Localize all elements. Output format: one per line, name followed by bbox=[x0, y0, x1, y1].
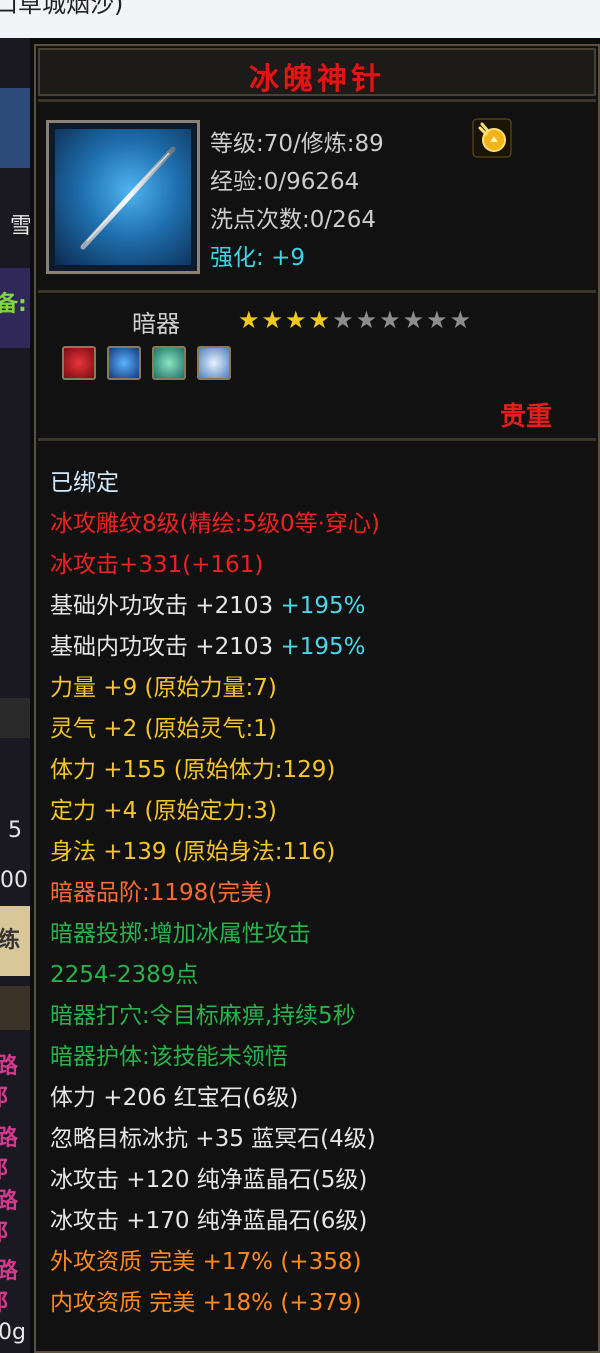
item-name: 冰魄神针 bbox=[249, 62, 385, 97]
browser-title-strip: 口草城烟沙) bbox=[0, 0, 600, 39]
needle-icon bbox=[55, 129, 191, 265]
side-label-prep: 备: bbox=[0, 292, 27, 317]
ext-attack-pct: +195% bbox=[280, 593, 366, 619]
aptitude-line: 内攻资质 完美 +18% (+379) bbox=[50, 1290, 362, 1316]
ext-attack-label: 基础外功攻击 +2103 bbox=[50, 593, 274, 619]
gem-stat-line: 冰攻击 +120 纯净蓝晶石(5级) bbox=[50, 1165, 380, 1206]
star-empty-icon: ★ bbox=[426, 306, 448, 334]
emerald-icon bbox=[152, 346, 187, 380]
side-num-00: 00 bbox=[0, 868, 28, 893]
side-label-lu: 路阝 bbox=[0, 1259, 19, 1316]
side-label-lian: 练 bbox=[0, 928, 21, 953]
gem-stat: 冰攻击 +120 bbox=[50, 1167, 190, 1193]
star-filled-icon: ★ bbox=[261, 306, 284, 334]
gem-stat: 冰攻击 +170 bbox=[50, 1208, 190, 1234]
item-type: 暗器 bbox=[132, 310, 180, 338]
grade-label: 暗器品阶: bbox=[50, 880, 150, 906]
star-empty-icon: ★ bbox=[379, 306, 401, 334]
browser-title-fragment: 口草城烟沙) bbox=[0, 0, 124, 18]
divider bbox=[38, 438, 596, 441]
gem-stat: 体力 +206 bbox=[50, 1085, 167, 1111]
carve-line: 冰攻雕纹8级(精绘:5级0等·穿心) bbox=[50, 511, 380, 537]
star-empty-icon: ★ bbox=[402, 306, 425, 334]
ext-attack-line: 基础外功攻击 +2103 +195% bbox=[50, 591, 380, 632]
enhance-label: 强化: bbox=[210, 245, 264, 271]
focus-line: 定力 +4 (原始定力:3) bbox=[50, 798, 277, 824]
gem-stat-line: 冰攻击 +170 纯净蓝晶石(6级) bbox=[50, 1206, 380, 1247]
item-enhance-line: 强化: +9 bbox=[210, 238, 305, 272]
stamina-line: 体力 +155 (原始体力:129) bbox=[50, 757, 336, 783]
diamond-icon bbox=[197, 346, 232, 380]
gem-stat: 忽略目标冰抗 +35 bbox=[50, 1126, 244, 1152]
divider bbox=[38, 290, 596, 293]
item-exp-line: 经验:0/96264 bbox=[210, 169, 360, 195]
side-num-5: 5 bbox=[8, 818, 22, 843]
star-filled-icon: ★ bbox=[285, 306, 307, 334]
gem-slots bbox=[62, 346, 237, 384]
aptitude-line: 外攻资质 完美 +17% (+358) bbox=[50, 1249, 362, 1275]
enhance-value: +9 bbox=[271, 245, 305, 271]
item-title-bar: 冰魄神针 bbox=[38, 48, 596, 97]
quality-medal-icon bbox=[472, 118, 512, 158]
ruby-icon bbox=[62, 346, 96, 380]
agility-line: 身法 +139 (原始身法:116) bbox=[50, 839, 336, 865]
divider bbox=[38, 99, 596, 102]
game-decor bbox=[0, 698, 30, 738]
star-empty-icon: ★ bbox=[332, 306, 354, 334]
item-level-line: 等级:70/修炼:89 bbox=[210, 131, 384, 157]
int-attack-pct: +195% bbox=[280, 634, 366, 660]
side-label-snow: 雪 bbox=[10, 214, 30, 239]
gem-name: 纯净蓝晶石(5级) bbox=[196, 1167, 368, 1193]
game-icon-tile bbox=[0, 88, 30, 168]
star-empty-icon: ★ bbox=[355, 306, 378, 334]
star-filled-icon: ★ bbox=[238, 306, 260, 334]
item-rarity: 贵重 bbox=[500, 402, 553, 432]
gem-name: 红宝石(6级) bbox=[173, 1085, 299, 1111]
side-label-lu: 路阝 bbox=[0, 1054, 19, 1111]
gem-stat-line: 体力 +206 红宝石(6级) bbox=[50, 1083, 380, 1124]
gem-stat-line: 忽略目标冰抗 +35 蓝冥石(4级) bbox=[50, 1124, 380, 1165]
item-wash-line: 洗点次数:0/264 bbox=[210, 207, 377, 233]
int-attack-label: 基础内功攻击 +2103 bbox=[50, 634, 274, 660]
grade-line: 暗器品阶:1198(完美) bbox=[50, 878, 380, 919]
side-label-lu: 路阝 bbox=[0, 1126, 19, 1183]
sapphire-icon bbox=[107, 346, 142, 380]
throw-line: 暗器投掷:增加冰属性攻击 bbox=[50, 921, 311, 947]
grade-value: 1198 bbox=[149, 880, 209, 906]
star-rating: ★★★★★★★★★★ bbox=[238, 308, 473, 332]
star-empty-icon: ★ bbox=[449, 306, 472, 334]
side-label-0: 0g bbox=[0, 1320, 26, 1345]
bound-status: 已绑定 bbox=[50, 470, 119, 496]
acupoint-line: 暗器打穴:令目标麻痹,持续5秒 bbox=[50, 1003, 356, 1029]
gem-name: 蓝冥石(4级) bbox=[251, 1126, 376, 1152]
game-button-tile bbox=[0, 986, 30, 1030]
star-filled-icon: ★ bbox=[308, 306, 331, 334]
side-label-lu: 路阝 bbox=[0, 1189, 19, 1246]
gem-name: 纯净蓝晶石(6级) bbox=[196, 1208, 368, 1234]
item-description: 已绑定 冰攻雕纹8级(精绘:5级0等·穿心) 冰攻击+331(+161) 基础外… bbox=[50, 468, 380, 1329]
game-background-strip: 雪 备: 5 00 练 路阝 路阝 路阝 路阝 0g bbox=[0, 38, 30, 1353]
guard-line: 暗器护体:该技能未领悟 bbox=[50, 1044, 288, 1070]
throw-range-line: 2254-2389点 bbox=[50, 962, 199, 988]
strength-line: 力量 +9 (原始力量:7) bbox=[50, 675, 277, 701]
int-attack-line: 基础内功攻击 +2103 +195% bbox=[50, 632, 380, 673]
grade-quality: (完美) bbox=[208, 880, 273, 906]
spirit-line: 灵气 +2 (原始灵气:1) bbox=[50, 716, 277, 742]
ice-attack-line: 冰攻击+331(+161) bbox=[50, 552, 264, 578]
item-icon-frame bbox=[46, 120, 200, 274]
